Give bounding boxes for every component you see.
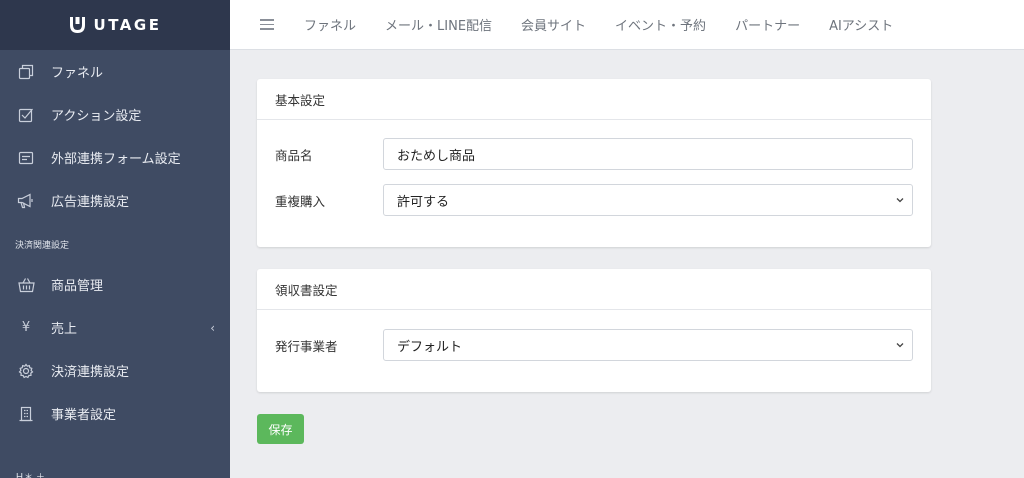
duplicate-purchase-row: 重複購入 許可する [275, 184, 913, 216]
duplicate-purchase-select[interactable]: 許可する [383, 184, 913, 216]
card-title: 領収書設定 [257, 269, 931, 310]
sidebar: UTAGE ファネル アクション設定 外部連携フォーム設定 広告連携設定 決済関… [0, 0, 230, 478]
copy-icon [17, 63, 35, 81]
sidebar-item-payment-integration[interactable]: 決済連携設定 [0, 349, 230, 392]
product-name-row: 商品名 おためし商品 [275, 138, 913, 170]
product-name-input[interactable]: おためし商品 [383, 138, 913, 170]
brand-name: UTAGE [93, 16, 162, 34]
sidebar-item-sales[interactable]: ¥ 売上 ‹ [0, 306, 230, 349]
card-title: 基本設定 [257, 79, 931, 120]
sidebar-item-label: 事業者設定 [51, 408, 117, 423]
issuer-row: 発行事業者 デフォルト [275, 329, 913, 361]
topnav-partner[interactable]: パートナー [735, 15, 800, 34]
chevron-down-icon [896, 343, 904, 348]
basket-icon [17, 276, 35, 294]
save-button[interactable]: 保存 [257, 414, 304, 444]
hamburger-menu-icon[interactable] [260, 19, 274, 30]
top-navbar: ファネル メール・LINE配信 会員サイト イベント・予約 パートナー AIアシ… [230, 0, 1024, 50]
topnav-ai-assist[interactable]: AIアシスト [829, 15, 893, 34]
sidebar-item-label: 商品管理 [51, 279, 104, 294]
issuer-value: デフォルト [397, 339, 463, 355]
sidebar-item-label: アクション設定 [51, 109, 142, 124]
topnav-event-booking[interactable]: イベント・予約 [615, 15, 706, 34]
sidebar-item-funnel[interactable]: ファネル [0, 50, 230, 93]
checkbox-icon [17, 106, 35, 124]
chevron-down-icon [896, 198, 904, 203]
product-name-label: 商品名 [275, 147, 313, 163]
building-icon [17, 405, 35, 423]
gear-icon [17, 362, 35, 380]
sidebar-item-action-settings[interactable]: アクション設定 [0, 93, 230, 136]
form-icon [17, 149, 35, 167]
sidebar-item-ad-integration[interactable]: 広告連携設定 [0, 179, 230, 222]
topnav-funnel[interactable]: ファネル [304, 15, 356, 34]
sidebar-item-label: 外部連携フォーム設定 [51, 152, 181, 167]
issuer-select[interactable]: デフォルト [383, 329, 913, 361]
duplicate-purchase-label: 重複購入 [275, 193, 326, 209]
section-label-payment: 決済関連設定 [15, 240, 70, 251]
sidebar-item-label: ファネル [51, 66, 104, 81]
topnav-mail-line[interactable]: メール・LINE配信 [385, 15, 492, 34]
sidebar-item-label: 売上 [51, 322, 78, 337]
basic-settings-card: 基本設定 商品名 おためし商品 重複購入 許可する [257, 79, 931, 247]
sidebar-item-business-settings[interactable]: 事業者設定 [0, 392, 230, 435]
section-label-cut: Ｈ＊ ＋ [15, 473, 45, 478]
sidebar-item-product-management[interactable]: 商品管理 [0, 263, 230, 306]
topnav-member-site[interactable]: 会員サイト [521, 15, 586, 34]
top-nav: ファネル メール・LINE配信 会員サイト イベント・予約 パートナー AIアシ… [304, 15, 922, 34]
duplicate-purchase-value: 許可する [397, 194, 450, 210]
issuer-label: 発行事業者 [275, 338, 338, 354]
receipt-settings-card: 領収書設定 発行事業者 デフォルト [257, 269, 931, 392]
sidebar-item-external-form[interactable]: 外部連携フォーム設定 [0, 136, 230, 179]
megaphone-icon [17, 192, 35, 210]
chevron-left-icon: ‹ [210, 320, 215, 335]
sidebar-item-label: 決済連携設定 [51, 365, 130, 380]
utage-logo-icon [69, 17, 85, 33]
brand[interactable]: UTAGE [0, 0, 230, 50]
sidebar-item-label: 広告連携設定 [51, 195, 130, 210]
yen-icon: ¥ [21, 320, 31, 335]
